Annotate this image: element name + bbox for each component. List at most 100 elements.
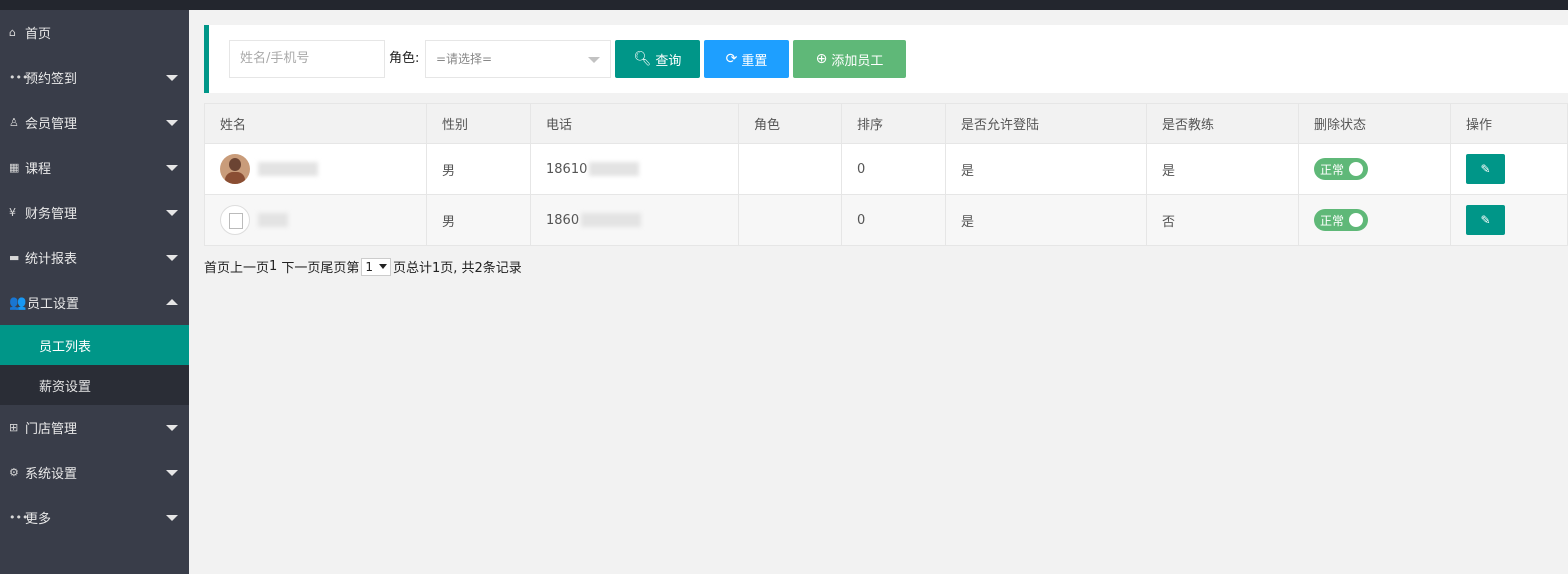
pagination: 首页 上一页 1 下一页 尾页 第 1 页总计1页, 共2条记录 [204, 257, 522, 276]
sidebar-item-label: 财务管理 [25, 207, 78, 222]
edit-button[interactable]: ✎ [1466, 154, 1505, 184]
toggle-knob [1349, 162, 1363, 176]
column-header-actions: 操作 [1450, 103, 1568, 144]
sidebar-item-home[interactable]: ⌂ 首页 [0, 10, 189, 55]
home-icon: ⌂ [9, 26, 16, 39]
phone-value: 18610 [546, 161, 588, 177]
page-prefix: 第 [346, 261, 360, 276]
table-header-row: 姓名 性别 电话 角色 排序 是否允许登陆 是否教练 删除状态 操作 [204, 103, 1568, 144]
apps-icon: ⊞ [9, 421, 19, 434]
role-cell [738, 194, 842, 246]
chevron-down-icon [166, 75, 178, 81]
redacted-name [258, 213, 288, 227]
grid-icon: ▦ [9, 161, 20, 174]
status-toggle[interactable]: 正常 [1314, 209, 1368, 231]
sidebar-item-members[interactable]: ♙ 会员管理 [0, 100, 189, 145]
sidebar-item-label: 课程 [25, 162, 52, 177]
column-header-login: 是否允许登陆 [945, 103, 1147, 144]
staff-submenu: 员工列表 薪资设置 [0, 325, 189, 405]
column-header-sort: 排序 [841, 103, 946, 144]
sidebar-item-label: 首页 [25, 27, 52, 42]
chevron-down-icon [166, 470, 178, 476]
table-row: 男 18610 0 是 是 正常 ✎ [204, 143, 1568, 195]
chevron-down-icon [166, 120, 178, 126]
main-content: 姓名/手机号 角色: =请选择= 🔍︎ 查询 ⟳ 重置 ⊕ 添加员工 姓名 性别… [189, 10, 1568, 574]
edit-button[interactable]: ✎ [1466, 205, 1505, 235]
chevron-down-icon [166, 515, 178, 521]
sidebar-item-salary[interactable]: 薪资设置 [0, 365, 189, 405]
sidebar-item-staff-list[interactable]: 员工列表 [0, 325, 189, 365]
toggle-knob [1349, 213, 1363, 227]
column-header-phone: 电话 [530, 103, 739, 144]
redacted-phone [589, 162, 640, 176]
next-page-link[interactable]: 下一页 [281, 257, 320, 276]
page-select[interactable]: 1 [361, 257, 391, 276]
phone-value: 1860 [546, 212, 580, 228]
coach-cell: 是 [1146, 143, 1299, 195]
phone-cell: 18610 [530, 143, 739, 195]
avatar [220, 205, 250, 235]
sidebar-item-courses[interactable]: ▦ 课程 [0, 145, 189, 190]
search-toolbar: 姓名/手机号 角色: =请选择= 🔍︎ 查询 ⟳ 重置 ⊕ 添加员工 [204, 25, 1568, 93]
status-cell: 正常 [1298, 143, 1451, 195]
sort-cell: 0 [841, 143, 946, 195]
gender-cell: 男 [426, 143, 531, 195]
current-page: 1 [269, 259, 278, 274]
sidebar-item-label: 统计报表 [25, 252, 78, 267]
reset-button[interactable]: ⟳ 重置 [704, 40, 789, 78]
chevron-down-icon [166, 165, 178, 171]
more-dots-icon: ••• [9, 511, 29, 524]
chevron-down-icon [166, 255, 178, 261]
refresh-icon: ⟳ [725, 51, 738, 67]
yen-icon: ¥ [9, 206, 16, 219]
first-page-link[interactable]: 首页 [204, 257, 230, 276]
chevron-up-icon [166, 299, 178, 305]
sidebar-item-more[interactable]: ••• 更多 [0, 495, 189, 540]
sidebar-item-staff[interactable]: 👥 员工设置 [0, 280, 189, 325]
add-staff-button[interactable]: ⊕ 添加员工 [793, 40, 906, 78]
avatar [220, 154, 250, 184]
sidebar-item-label: 门店管理 [25, 422, 78, 437]
pager-summary: 页总计1页, 共2条记录 [393, 261, 522, 276]
chevron-down-icon [588, 57, 600, 63]
sidebar-item-reports[interactable]: ▬ 统计报表 [0, 235, 189, 280]
sidebar-item-stores[interactable]: ⊞ 门店管理 [0, 405, 189, 450]
plus-circle-icon: ⊕ [815, 51, 828, 67]
table-row: 男 1860 0 是 否 正常 ✎ [204, 194, 1568, 246]
role-label: 角色: [389, 51, 420, 66]
last-page-link[interactable]: 尾页 [320, 257, 346, 276]
add-staff-button-label: 添加员工 [831, 53, 884, 69]
coach-cell: 否 [1146, 194, 1299, 246]
sidebar-item-finance[interactable]: ¥ 财务管理 [0, 190, 189, 235]
name-cell [204, 194, 427, 246]
role-cell [738, 143, 842, 195]
sidebar-item-label: 会员管理 [25, 117, 78, 132]
actions-cell: ✎ [1450, 194, 1568, 246]
prev-page-link[interactable]: 上一页 [230, 257, 269, 276]
column-header-role: 角色 [738, 103, 842, 144]
column-header-status: 删除状态 [1298, 103, 1451, 144]
status-cell: 正常 [1298, 194, 1451, 246]
sort-cell: 0 [841, 194, 946, 246]
role-select[interactable]: =请选择= [425, 40, 611, 78]
sidebar: ⌂ 首页 ••• 预约签到 ♙ 会员管理 ▦ 课程 ¥ 财务管理 ▬ 统计报表 … [0, 10, 189, 574]
chevron-down-icon [166, 425, 178, 431]
column-header-coach: 是否教练 [1146, 103, 1299, 144]
users-icon: 👥 [9, 294, 27, 311]
sidebar-item-settings[interactable]: ⚙ 系统设置 [0, 450, 189, 495]
status-toggle[interactable]: 正常 [1314, 158, 1368, 180]
search-input[interactable]: 姓名/手机号 [229, 40, 385, 78]
sidebar-item-label: 系统设置 [25, 467, 78, 482]
sidebar-item-booking[interactable]: ••• 预约签到 [0, 55, 189, 100]
login-cell: 是 [945, 143, 1147, 195]
pencil-icon: ✎ [1480, 213, 1491, 227]
top-bar [0, 0, 1568, 10]
gear-icon: ⚙ [9, 466, 19, 479]
column-header-gender: 性别 [426, 103, 531, 144]
query-button[interactable]: 🔍︎ 查询 [615, 40, 700, 78]
chart-icon: ▬ [9, 251, 20, 264]
gender-cell: 男 [426, 194, 531, 246]
search-icon: 🔍︎ [633, 51, 652, 67]
chevron-down-icon [166, 210, 178, 216]
page-select-value: 1 [365, 259, 373, 274]
